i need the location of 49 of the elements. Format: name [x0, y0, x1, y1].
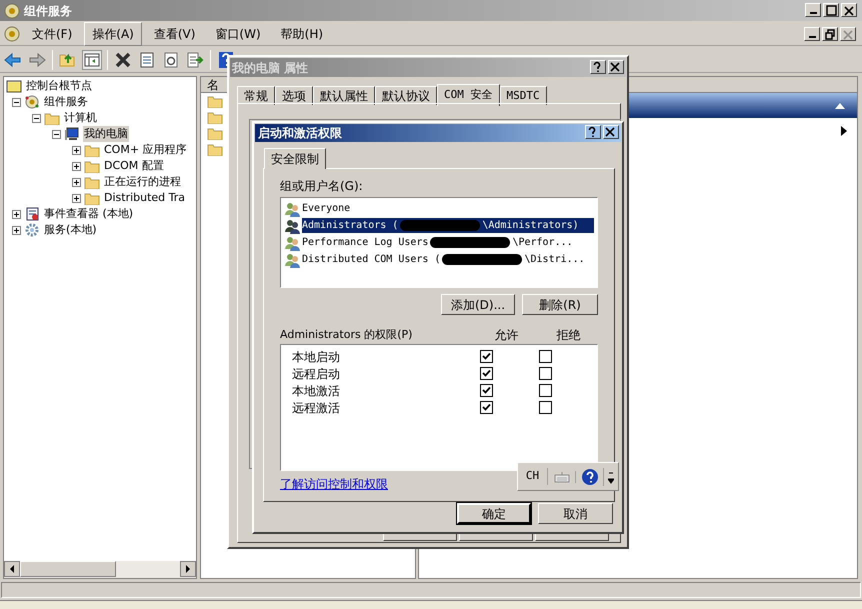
- tree-item[interactable]: 计算机: [63, 110, 98, 126]
- permissions-label: Administrators 的权限(P): [280, 326, 414, 343]
- menu-item[interactable]: 文件(F): [24, 22, 80, 46]
- window-title: 组件服务: [24, 2, 72, 20]
- dialog-title: 启动和激活权限: [258, 125, 342, 142]
- user-domain: \Administrators): [482, 219, 579, 233]
- user-domain: \Perfor...: [512, 236, 573, 250]
- menu-item[interactable]: 窗口(W): [207, 22, 269, 46]
- tree-item[interactable]: DCOM 配置: [103, 158, 165, 174]
- tree-item[interactable]: 服务(本地): [43, 222, 98, 238]
- menu-item[interactable]: 帮助(H): [272, 22, 332, 46]
- user-row[interactable]: Distributed COM Users ( \Distri...: [302, 252, 589, 267]
- permission-name: 远程启动: [291, 366, 341, 382]
- language-indicator[interactable]: CH: [518, 468, 548, 485]
- user-name: Performance Log Users: [302, 236, 428, 250]
- tab[interactable]: 安全限制: [264, 148, 326, 169]
- cancel-button[interactable]: 取消: [538, 503, 613, 524]
- tree-item[interactable]: COM+ 应用程序: [103, 142, 188, 158]
- remove-button[interactable]: 删除(R): [522, 294, 598, 315]
- tree-item[interactable]: 事件查看器 (本地): [43, 206, 134, 222]
- users-label: 组或用户名(G):: [280, 178, 364, 194]
- user-domain: \Distri...: [524, 253, 585, 267]
- tree-item[interactable]: 控制台根节点: [25, 78, 93, 94]
- user-name: Administrators (: [302, 219, 398, 233]
- tree-item[interactable]: 正在运行的进程: [103, 174, 182, 190]
- help-link[interactable]: 了解访问控制和权限: [280, 475, 388, 493]
- column-header: 允许: [494, 327, 520, 344]
- permission-name: 本地激活: [291, 382, 341, 400]
- tab[interactable]: COM 安全: [437, 84, 500, 106]
- dialog-title: 我的电脑 属性: [232, 60, 308, 76]
- user-row[interactable]: Administrators ( \Administrators): [302, 218, 594, 233]
- add-button[interactable]: 添加(D)...: [441, 294, 515, 315]
- column-header: 拒绝: [555, 327, 582, 344]
- tree-item[interactable]: 组件服务: [43, 94, 89, 110]
- permission-name: 远程激活: [291, 400, 341, 416]
- permissions-list[interactable]: 本地启动 远程启动 本地激活 远程激活: [280, 344, 598, 471]
- menu-item[interactable]: 操作(A): [84, 22, 142, 46]
- ok-button[interactable]: 确定: [457, 503, 531, 524]
- user-name: Distributed COM Users (: [302, 253, 440, 267]
- users-list[interactable]: Everyone Administrators ( \Administrators) Performance Log Users \Perfor... Distributed COM Users ( \Distri...: [280, 197, 598, 288]
- user-row[interactable]: Performance Log Users \Perfor...: [302, 235, 577, 250]
- tab[interactable]: 默认属性: [313, 86, 375, 105]
- permission-name: 本地启动: [291, 348, 341, 366]
- tab[interactable]: MSDTC: [500, 86, 547, 105]
- tab[interactable]: 选项: [275, 86, 313, 105]
- tab[interactable]: 常规: [237, 86, 275, 105]
- menu-item[interactable]: 查看(V): [146, 22, 204, 46]
- tree-item[interactable]: Distributed Tra: [103, 190, 186, 206]
- tree-item[interactable]: 我的电脑: [83, 126, 129, 142]
